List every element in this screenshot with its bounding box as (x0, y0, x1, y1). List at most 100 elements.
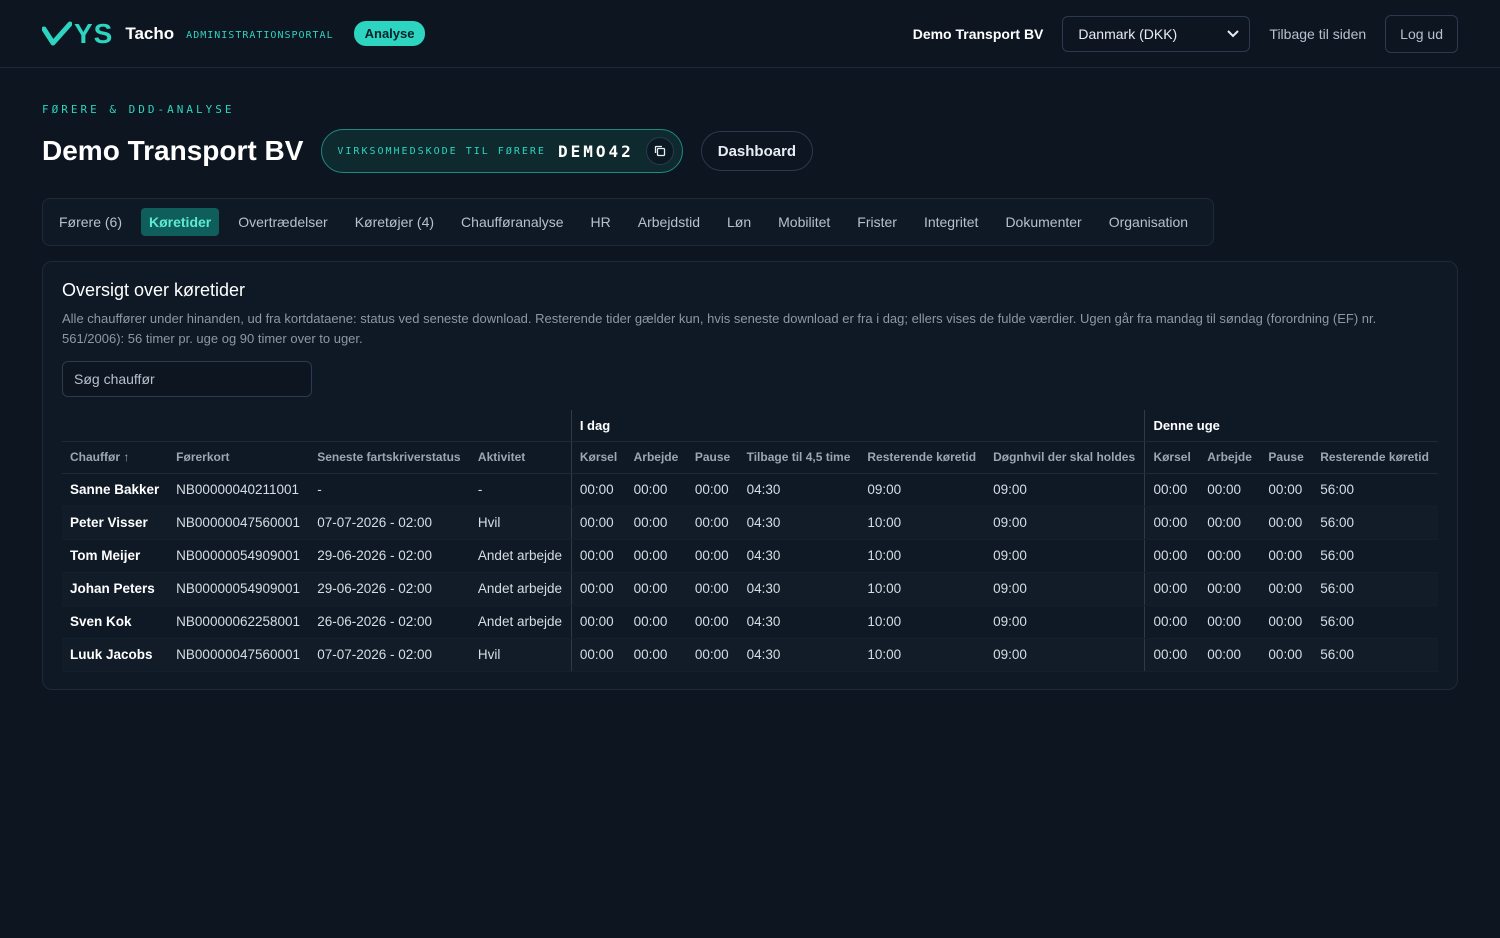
card-title: Oversigt over køretider (62, 280, 246, 300)
copy-icon (654, 145, 665, 157)
table-row[interactable]: Tom Meijer NB00000054909001 29-06-2026 - 0… (62, 539, 1438, 573)
table-cell: 00:00 (1260, 572, 1313, 606)
table-cell: 04:30 (738, 473, 860, 507)
copy-code-button[interactable] (645, 137, 674, 165)
table-cell: 00:00 (1144, 638, 1200, 672)
country-select-value: Danmark (DKK) (1078, 26, 1178, 42)
table-cell: 10:00 (859, 605, 986, 639)
tab-11[interactable]: Dokumenter (997, 208, 1089, 236)
table-cell: 29-06-2026 - 02:00 (309, 539, 470, 573)
column-header: Døgnhvil der skal holdes (985, 441, 1145, 474)
table-cell: 04:30 (738, 638, 860, 672)
country-select[interactable]: Danmark (DKK) (1062, 16, 1251, 52)
driving-times-card: Oversigt over køretider Alle chauffører … (42, 261, 1458, 690)
table-cell: 00:00 (1199, 605, 1261, 639)
driver-name-cell: Sanne Bakker (62, 473, 169, 507)
table-cell: 00:00 (1199, 473, 1261, 507)
column-header: Arbejde (1199, 441, 1261, 474)
table-cell: 00:00 (625, 605, 687, 639)
table-cell: Andet arbejde (469, 539, 572, 573)
column-header: Pause (686, 441, 739, 474)
table-cell: 00:00 (570, 605, 626, 639)
tab-bar: Førere (6) Køretider Overtrædelser Køretøje… (42, 198, 1215, 246)
driving-times-table: I dag Denne uge Chauffør ↑ Førerkort Senes… (62, 410, 1438, 672)
column-header: Resterende køretid (859, 441, 986, 474)
tab-7[interactable]: Løn (719, 208, 759, 236)
table-cell: - (309, 473, 470, 507)
table-cell: 04:30 (738, 506, 860, 540)
table-cell: NB00000062258001 (168, 605, 310, 639)
table-cell: 00:00 (686, 506, 739, 540)
company-code-pill: VIRKSOMHEDSKODE TIL FØRERE DEMO42 (321, 129, 683, 173)
group-header-week: Denne uge (1144, 410, 1438, 442)
search-driver-input[interactable] (62, 361, 312, 397)
back-to-site-link[interactable]: Tilbage til siden (1269, 26, 1366, 42)
table-cell: 00:00 (686, 539, 739, 573)
table-cell: 04:30 (738, 572, 860, 606)
column-header: Kørsel (1144, 441, 1200, 474)
column-header: Pause (1260, 441, 1313, 474)
column-header: Førerkort (168, 441, 310, 474)
table-cell: NB00000054909001 (168, 572, 310, 606)
column-header: Seneste fartskriverstatus (309, 441, 470, 474)
table-cell: NB00000047560001 (168, 506, 310, 540)
table-row[interactable]: Sven Kok NB00000062258001 26-06-2026 - 02:… (62, 605, 1438, 639)
brand-subtitle: ADMINISTRATIONSPORTAL (186, 30, 334, 41)
table-cell: 09:00 (985, 539, 1145, 573)
table-cell: 10:00 (859, 572, 986, 606)
column-header: Resterende køretid (1312, 441, 1438, 474)
table-cell: 00:00 (686, 638, 739, 672)
company-name: Demo Transport BV (912, 26, 1044, 42)
logout-button[interactable]: Log ud (1385, 15, 1458, 53)
card-description: Alle chauffører under hinanden, ud fra k… (62, 311, 1377, 346)
table-row[interactable]: Sanne Bakker NB00000040211001- -00:00 00:00… (62, 473, 1438, 507)
table-cell: 09:00 (985, 473, 1145, 507)
column-header: Aktivitet (469, 441, 572, 474)
driver-name-cell: Peter Visser (62, 506, 169, 540)
table-cell: 00:00 (625, 638, 687, 672)
table-cell: 00:00 (570, 638, 626, 672)
table-cell: 00:00 (1144, 572, 1200, 606)
table-cell: 00:00 (1199, 506, 1261, 540)
table-cell: Andet arbejde (469, 572, 572, 606)
table-cell: 10:00 (859, 638, 986, 672)
table-cell: Andet arbejde (469, 605, 572, 639)
table-cell: 00:00 (1260, 539, 1313, 573)
tab-2[interactable]: Overtrædelser (230, 208, 335, 236)
table-cell: 00:00 (570, 473, 626, 507)
table-cell: 09:00 (985, 638, 1145, 672)
driver-name-cell: Sven Kok (62, 605, 169, 639)
column-header-driver-sort[interactable]: Chauffør ↑ (62, 441, 169, 474)
tab-0[interactable]: Førere (6) (51, 208, 130, 236)
table-cell: 26-06-2026 - 02:00 (309, 605, 470, 639)
table-row[interactable]: Peter Visser NB00000047560001 07-07-2026 -… (62, 506, 1438, 540)
table-cell: 29-06-2026 - 02:00 (309, 572, 470, 606)
table-cell: 09:00 (985, 506, 1145, 540)
tab-10[interactable]: Integritet (916, 208, 986, 236)
table-cell: 10:00 (859, 506, 986, 540)
tab-8[interactable]: Mobilitet (770, 208, 838, 236)
tab-5[interactable]: HR (583, 208, 619, 236)
column-header: Arbejde (625, 441, 687, 474)
tab-4[interactable]: Chaufføranalyse (453, 208, 571, 236)
table-cell: 00:00 (625, 506, 687, 540)
table-cell: 00:00 (625, 539, 687, 573)
tab-9[interactable]: Frister (849, 208, 905, 236)
table-cell: 07-07-2026 - 02:00 (309, 506, 470, 540)
tab-6[interactable]: Arbejdstid (630, 208, 708, 236)
tab-3[interactable]: Køretøjer (4) (347, 208, 442, 236)
tab-12[interactable]: Organisation (1101, 208, 1196, 236)
table-cell: 00:00 (686, 473, 739, 507)
tab-1[interactable]: Køretider (141, 208, 220, 236)
company-code-label: VIRKSOMHEDSKODE TIL FØRERE (337, 145, 546, 157)
table-cell: 00:00 (1199, 539, 1261, 573)
table-cell: 56:00 (1312, 506, 1438, 540)
table-row[interactable]: Johan Peters NB00000054909001 29-06-2026 -… (62, 572, 1438, 606)
dashboard-button[interactable]: Dashboard (700, 131, 814, 171)
table-cell: 00:00 (570, 539, 626, 573)
driver-name-cell: Tom Meijer (62, 539, 169, 573)
analyse-badge: Analyse (353, 21, 426, 46)
logo[interactable]: YS Tacho ADMINISTRATIONSPORTAL Analyse (42, 18, 426, 50)
table-row[interactable]: Luuk Jacobs NB00000047560001 07-07-2026 - … (62, 638, 1438, 672)
table-cell: 04:30 (738, 605, 860, 639)
